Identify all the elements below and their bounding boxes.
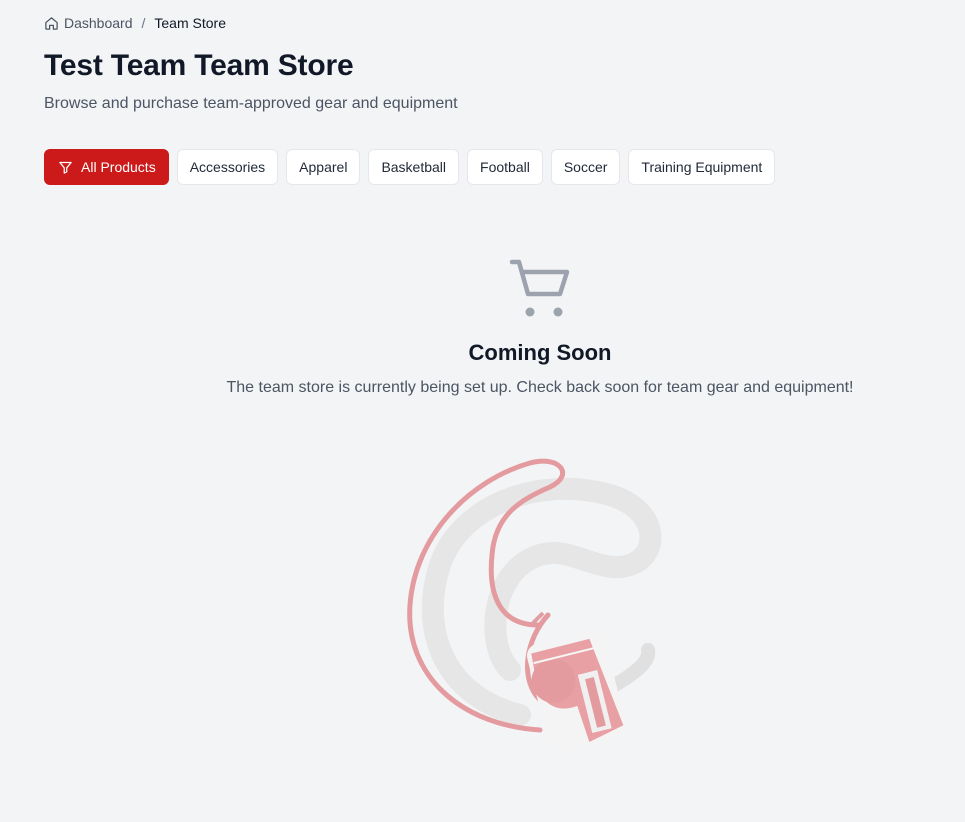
filter-soccer-button[interactable]: Soccer	[550, 149, 621, 185]
filter-basketball-button[interactable]: Basketball	[368, 149, 460, 185]
filter-label: All Products	[81, 159, 156, 175]
filter-accessories-button[interactable]: Accessories	[176, 149, 279, 185]
breadcrumb-separator: /	[141, 15, 146, 31]
category-filter-bar: All Products Accessories Apparel Basketb…	[44, 149, 776, 185]
filter-training-equipment-button[interactable]: Training Equipment	[628, 149, 776, 185]
whistle-icon	[407, 458, 662, 752]
team-store-page: Dashboard / Team Store Test Team Team St…	[0, 0, 965, 822]
filter-football-button[interactable]: Football	[467, 149, 543, 185]
filter-all-products-button[interactable]: All Products	[44, 149, 169, 185]
breadcrumb-dashboard-link[interactable]: Dashboard	[44, 15, 133, 31]
page-subtitle: Browse and purchase team-approved gear a…	[44, 95, 458, 112]
filter-icon	[59, 161, 72, 174]
filter-apparel-button[interactable]: Apparel	[286, 149, 361, 185]
breadcrumb-dashboard-label: Dashboard	[64, 15, 133, 31]
breadcrumb-current: Team Store	[154, 15, 226, 31]
empty-state-description: The team store is currently being set up…	[226, 379, 854, 396]
breadcrumb: Dashboard / Team Store	[44, 14, 226, 32]
shopping-cart-icon	[509, 259, 570, 317]
whistle-illustration	[400, 445, 670, 780]
home-icon	[45, 16, 58, 30]
empty-state-title: Coming Soon	[468, 340, 612, 365]
empty-state-icon-wrap	[509, 258, 573, 325]
page-title: Test Team Team Store	[44, 49, 354, 82]
